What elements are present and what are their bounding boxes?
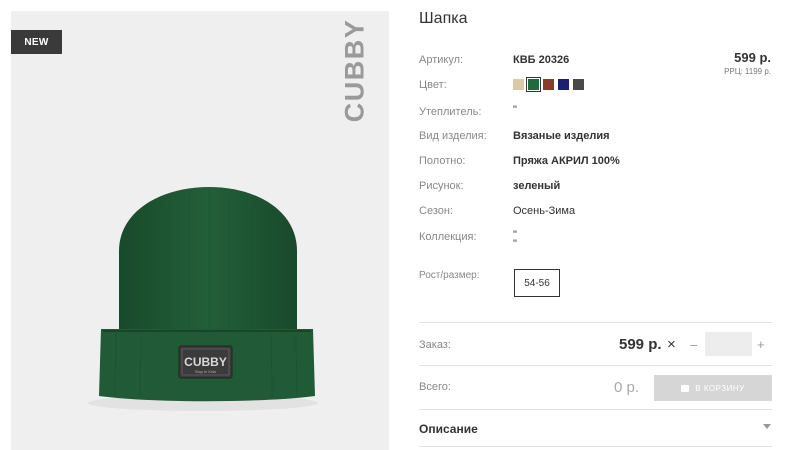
divider: [419, 322, 772, 323]
times-sign: ×: [667, 336, 676, 353]
fabric-value: Пряжа АКРИЛ 100%: [513, 155, 620, 167]
chevron-down-icon[interactable]: [763, 424, 771, 429]
cart-icon: [681, 384, 690, 392]
product-price: 599 р.: [734, 50, 771, 65]
hat-patch-brand: CUBBY: [184, 355, 227, 369]
brand-watermark: CUBBY: [339, 18, 370, 122]
add-to-cart-label: В КОРЗИНУ: [695, 383, 745, 393]
product-image-panel: CUBBY Stay In Kids NEW CUBBY: [11, 11, 389, 450]
item-type-value: Вязаные изделия: [513, 130, 610, 142]
divider: [419, 409, 772, 410]
quantity-increase-button[interactable]: +: [757, 337, 765, 352]
order-label: Заказ:: [419, 339, 451, 351]
rrp-price: РРЦ: 1199 р.: [722, 67, 771, 76]
rrp-label: РРЦ:: [724, 67, 743, 76]
product-image-beanie: CUBBY Stay In Kids: [88, 187, 318, 411]
color-swatch-green[interactable]: [526, 77, 541, 92]
pattern-label: Рисунок:: [419, 180, 464, 192]
new-badge: NEW: [11, 30, 62, 54]
article-value: КВБ 20326: [513, 54, 570, 66]
pattern-value: зеленый: [513, 180, 561, 192]
rrp-value: 1199 р.: [744, 67, 771, 76]
total-value: 0 р.: [614, 379, 640, 396]
quantity-input[interactable]: [705, 332, 752, 356]
color-label: Цвет:: [419, 79, 447, 91]
insulation-label: Утеплитель:: [419, 106, 482, 118]
color-swatch-brown[interactable]: [543, 79, 554, 90]
item-type-label: Вид изделия:: [419, 130, 487, 142]
total-label: Всего:: [419, 381, 451, 393]
insulation-value: ": [513, 104, 517, 116]
product-title: Шапка: [419, 10, 468, 27]
size-label: Рост/размер:: [419, 270, 480, 281]
quantity-decrease-button[interactable]: –: [690, 337, 697, 352]
size-option-54-56[interactable]: 54-56: [514, 269, 560, 297]
article-label: Артикул:: [419, 54, 464, 66]
color-swatch-beige[interactable]: [513, 79, 524, 90]
fabric-label: Полотно:: [419, 155, 466, 167]
divider: [419, 446, 772, 447]
color-swatch-navy[interactable]: [558, 79, 569, 90]
collection-value-2: ": [513, 238, 517, 250]
color-swatches: [513, 77, 584, 92]
order-price: 599 р.: [619, 336, 662, 353]
description-toggle[interactable]: Описание: [419, 422, 478, 436]
divider: [419, 365, 772, 366]
collection-label: Коллекция:: [419, 231, 477, 243]
color-swatch-dark-gray[interactable]: [573, 79, 584, 90]
add-to-cart-button[interactable]: В КОРЗИНУ: [654, 375, 772, 401]
season-value: Осень-Зима: [513, 205, 576, 217]
hat-patch-sub: Stay In Kids: [195, 369, 216, 374]
season-label: Сезон:: [419, 205, 453, 217]
